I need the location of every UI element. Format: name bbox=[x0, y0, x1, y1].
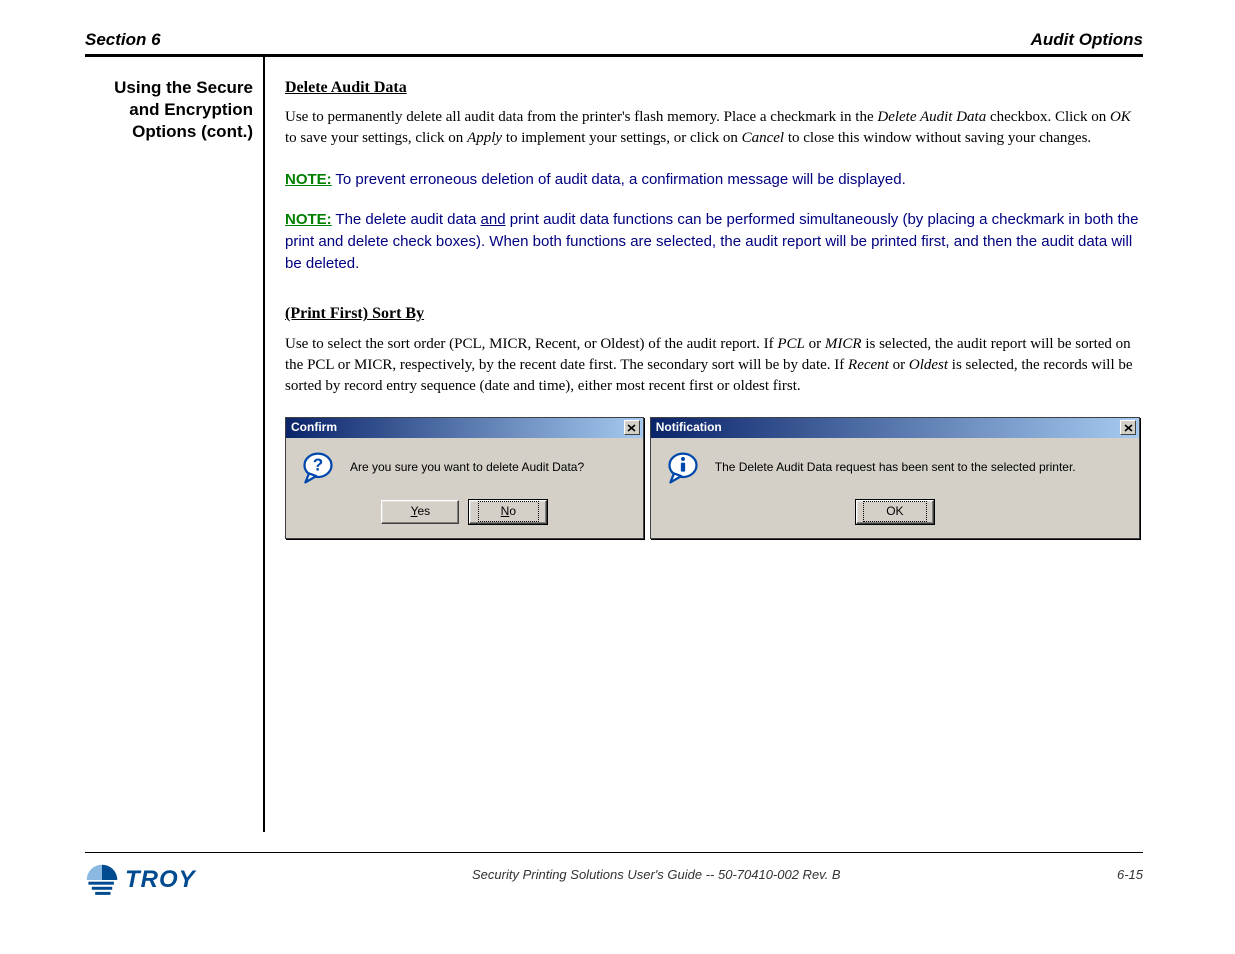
note-2: NOTE: The delete audit data and print au… bbox=[285, 209, 1140, 275]
header-right: Audit Options bbox=[1031, 30, 1143, 50]
page-header: Section 6 Audit Options bbox=[85, 30, 1143, 57]
footer-center: Security Printing Solutions User's Guide… bbox=[196, 867, 1117, 882]
sidebar-heading-text: Using the Secure and Encryption Options … bbox=[114, 78, 253, 141]
confirm-message: Are you sure you want to delete Audit Da… bbox=[350, 459, 584, 476]
notification-title: Notification bbox=[656, 419, 722, 436]
svg-text:?: ? bbox=[313, 455, 323, 474]
delete-audit-heading: Delete Audit Data bbox=[285, 77, 1140, 99]
note-1: NOTE: To prevent erroneous deletion of a… bbox=[285, 169, 1140, 191]
delete-audit-para: Use to permanently delete all audit data… bbox=[285, 107, 1140, 149]
yes-rest: es bbox=[417, 504, 430, 518]
sidebar-heading: Using the Secure and Encryption Options … bbox=[85, 77, 253, 143]
confirm-titlebar[interactable]: Confirm bbox=[286, 418, 643, 438]
footer-page-number: 6-15 bbox=[1117, 867, 1143, 882]
ok-button[interactable]: OK bbox=[856, 500, 934, 524]
logo-text: TROY bbox=[125, 866, 196, 894]
note-text: To prevent erroneous deletion of audit d… bbox=[335, 171, 905, 188]
troy-logo: TROY bbox=[85, 863, 196, 897]
logo-icon bbox=[85, 863, 119, 897]
confirm-title: Confirm bbox=[291, 419, 337, 436]
notification-titlebar[interactable]: Notification bbox=[651, 418, 1139, 438]
dialog-row: Confirm ? bbox=[285, 417, 1140, 539]
no-button[interactable]: No bbox=[469, 500, 547, 524]
sort-by-para: Use to select the sort order (PCL, MICR,… bbox=[285, 334, 1140, 397]
header-left: Section 6 bbox=[85, 30, 161, 50]
info-icon bbox=[665, 450, 701, 486]
sort-by-heading: (Print First) Sort By bbox=[285, 303, 1140, 325]
ok-label: OK bbox=[863, 501, 926, 522]
close-icon[interactable] bbox=[624, 420, 640, 435]
note-label: NOTE: bbox=[285, 171, 332, 188]
close-icon[interactable] bbox=[1120, 420, 1136, 435]
main-content: Delete Audit Data Use to permanently del… bbox=[285, 77, 1140, 539]
page-footer: TROY Security Printing Solutions User's … bbox=[85, 852, 1143, 897]
vertical-divider bbox=[263, 57, 265, 832]
question-icon: ? bbox=[300, 450, 336, 486]
no-rest: o bbox=[509, 504, 516, 518]
note-text: The delete audit data and print audit da… bbox=[285, 211, 1138, 272]
notification-dialog: Notification bbox=[650, 417, 1140, 539]
notification-message: The Delete Audit Data request has been s… bbox=[715, 459, 1076, 476]
confirm-dialog: Confirm ? bbox=[285, 417, 644, 539]
note-label: NOTE: bbox=[285, 211, 332, 228]
yes-button[interactable]: Yes bbox=[381, 500, 459, 524]
